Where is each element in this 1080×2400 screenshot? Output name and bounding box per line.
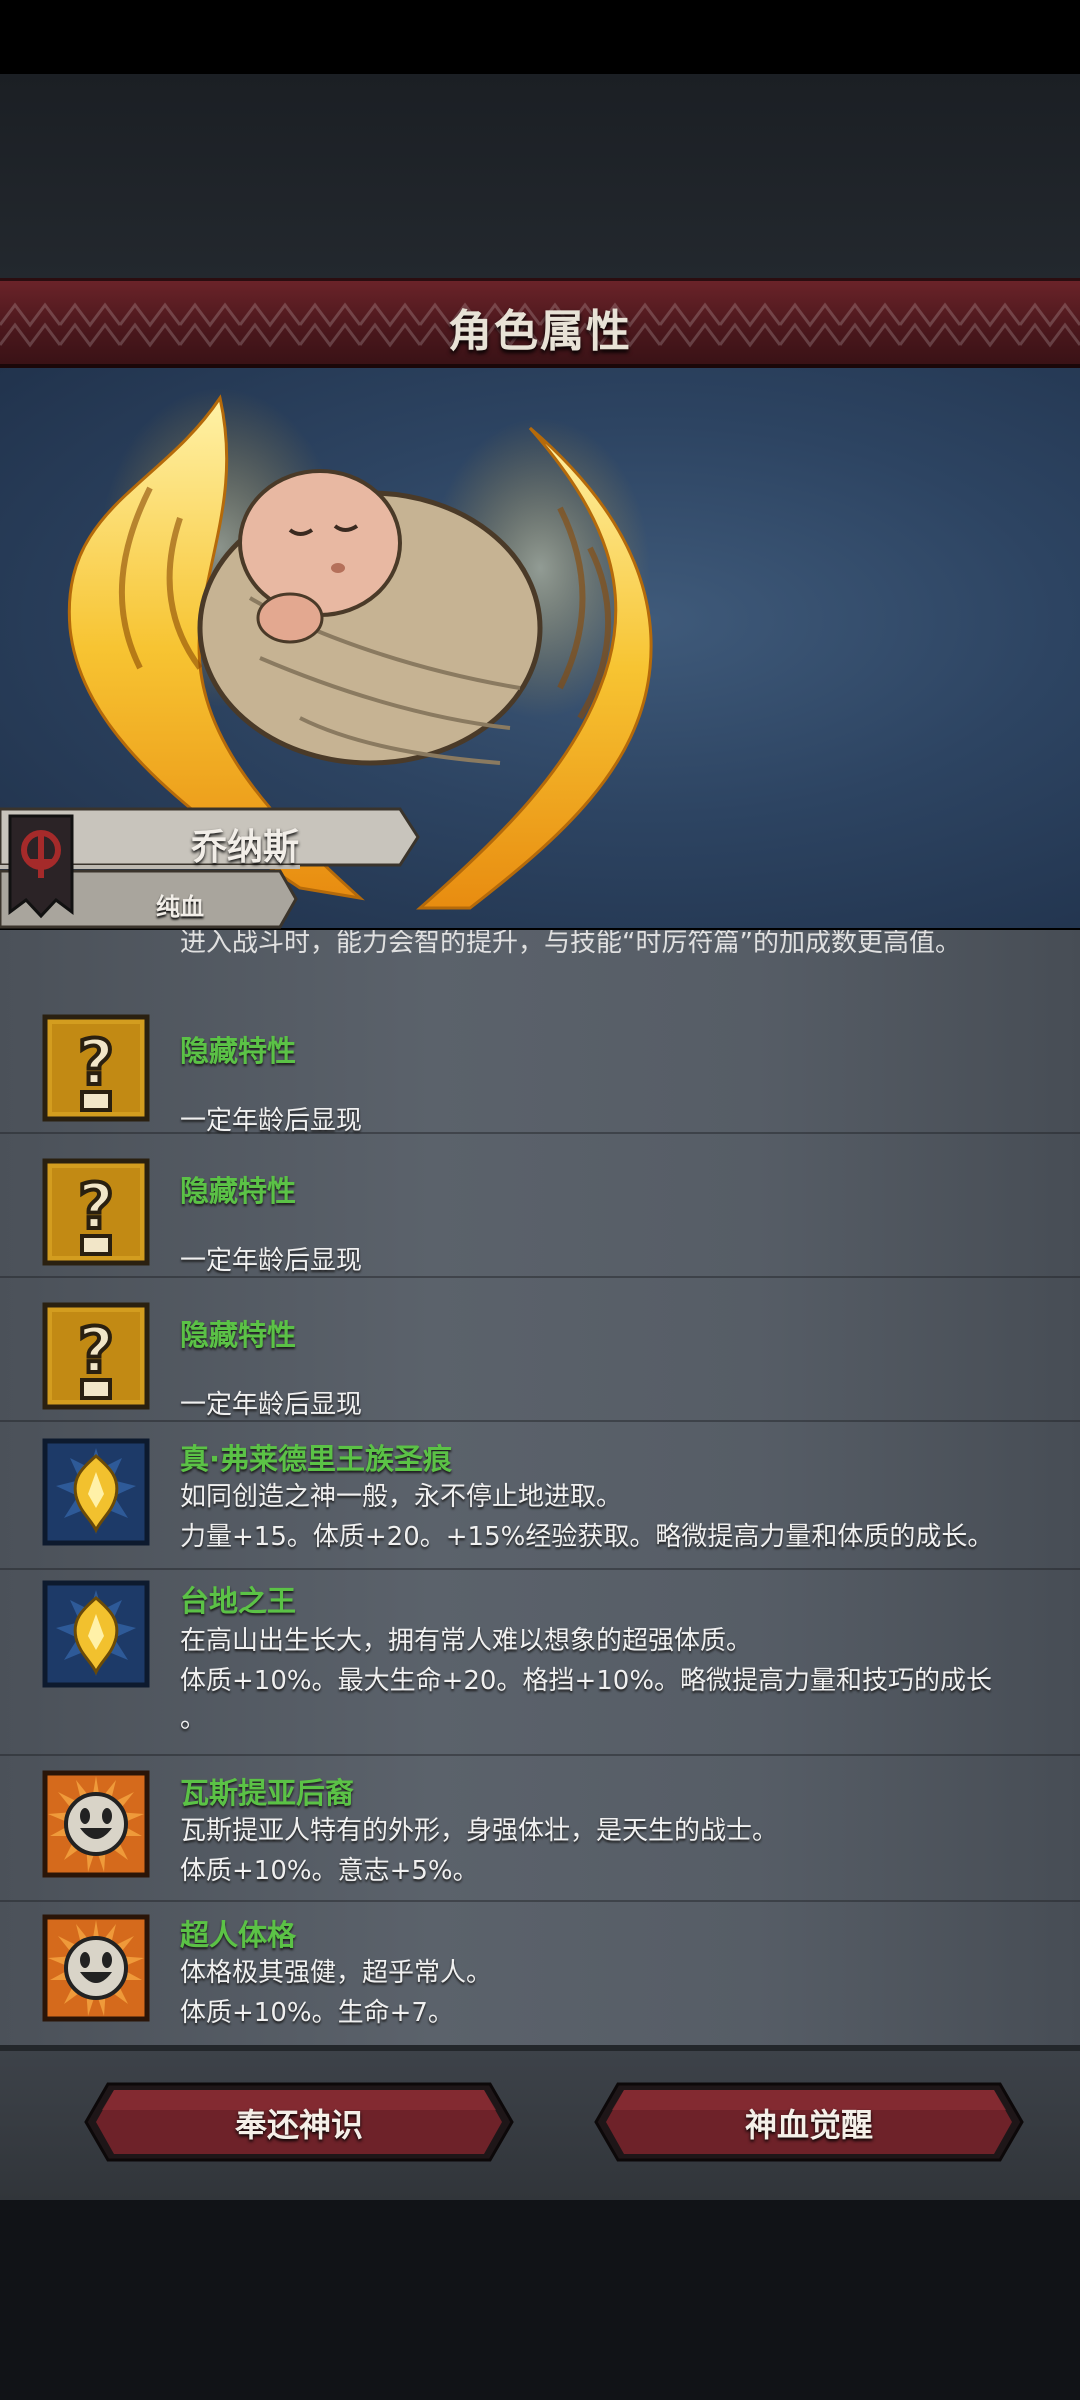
smiley-face-icon: [42, 1914, 150, 2022]
trait-description: 在高山出生长大，拥有常人难以想象的超强体质。: [180, 1626, 753, 1656]
question-mark-icon: ?: [42, 1014, 150, 1122]
backdrop: [0, 74, 1080, 280]
golden-crest-icon: [42, 1438, 150, 1546]
svg-text:?: ?: [78, 1314, 114, 1387]
character-name: 乔纳斯: [190, 827, 299, 868]
trait-list[interactable]: 进入战斗时，能力会智的提升，与技能“时厉符篇”的加成数更高值。 ? 隐藏特性 一…: [0, 930, 1080, 2045]
trait-name: 隐藏特性: [180, 1174, 297, 1208]
list-item[interactable]: 瓦斯提亚后裔 瓦斯提亚人特有的外形，身强体壮，是天生的战士。 体质+10%。意志…: [0, 1756, 1080, 1902]
trait-effect: 力量+15。体质+20。+15%经验获取。略微提高力量和体质的成长。: [180, 1522, 994, 1552]
button-label: 神血觉醒: [744, 2106, 873, 2144]
trait-effect: 体质+10%。意志+5%。: [180, 1856, 479, 1886]
trait-name: 隐藏特性: [180, 1318, 297, 1352]
trait-name: 超人体格: [180, 1918, 297, 1952]
list-item[interactable]: 超人体格 体格极其强健，超乎常人。 体质+10%。生命+7。: [0, 1902, 1080, 2045]
bottom-backdrop: [0, 2200, 1080, 2400]
trait-effect: 一定年龄后显现: [180, 1106, 363, 1136]
panel-header: 角色属性: [0, 278, 1080, 368]
list-item[interactable]: 真·弗莱德里王族圣痕 如同创造之神一般，永不停止地进取。 力量+15。体质+20…: [0, 1422, 1080, 1570]
list-item[interactable]: ? 隐藏特性 一定年龄后显现: [0, 990, 1080, 1136]
trait-description: 如同创造之神一般，永不停止地进取。: [180, 1482, 623, 1512]
status-bar: [0, 0, 1080, 74]
character-lineage: 纯血: [156, 893, 204, 921]
trait-effect: 体质+10%。最大生命+20。格挡+10%。略微提高力量和技巧的成长: [180, 1666, 993, 1696]
svg-text:?: ?: [78, 1026, 114, 1099]
question-mark-icon: ?: [42, 1302, 150, 1410]
smiley-face-icon: [42, 1770, 150, 1878]
trait-effect: 一定年龄后显现: [180, 1390, 363, 1420]
trait-effect-continued: 。: [180, 1704, 207, 1734]
trait-effect: 体质+10%。生命+7。: [180, 1998, 454, 2028]
faction-banner-icon: [8, 814, 74, 919]
page-title: 角色属性: [448, 306, 632, 357]
button-label: 奉还神识: [234, 2106, 363, 2144]
return-divine-sense-button[interactable]: 奉还神识: [84, 2082, 514, 2162]
svg-text:?: ?: [78, 1170, 114, 1243]
baby-hand: [256, 592, 324, 644]
trait-effect: 一定年龄后显现: [180, 1246, 363, 1276]
trait-name: 瓦斯提亚后裔: [180, 1776, 355, 1810]
list-item[interactable]: ? 隐藏特性 一定年龄后显现: [0, 1278, 1080, 1422]
trait-description: 体格极其强健，超乎常人。: [180, 1958, 493, 1988]
list-item[interactable]: 台地之王 在高山出生长大，拥有常人难以想象的超强体质。 体质+10%。最大生命+…: [0, 1570, 1080, 1756]
trait-description: 瓦斯提亚人特有的外形，身强体壮，是天生的战士。: [180, 1816, 779, 1846]
partial-trait-text: 进入战斗时，能力会智的提升，与技能“时厉符篇”的加成数更高值。: [180, 930, 961, 958]
baby-face: [238, 469, 402, 617]
trait-name: 隐藏特性: [180, 1034, 297, 1068]
question-mark-icon: ?: [42, 1158, 150, 1266]
list-item[interactable]: ? 隐藏特性 一定年龄后显现: [0, 1134, 1080, 1278]
golden-crest-icon: [42, 1580, 150, 1688]
trait-name: 台地之王: [180, 1584, 297, 1618]
trait-name: 真·弗莱德里王族圣痕: [180, 1442, 453, 1476]
divine-blood-awaken-button[interactable]: 神血觉醒: [594, 2082, 1024, 2162]
